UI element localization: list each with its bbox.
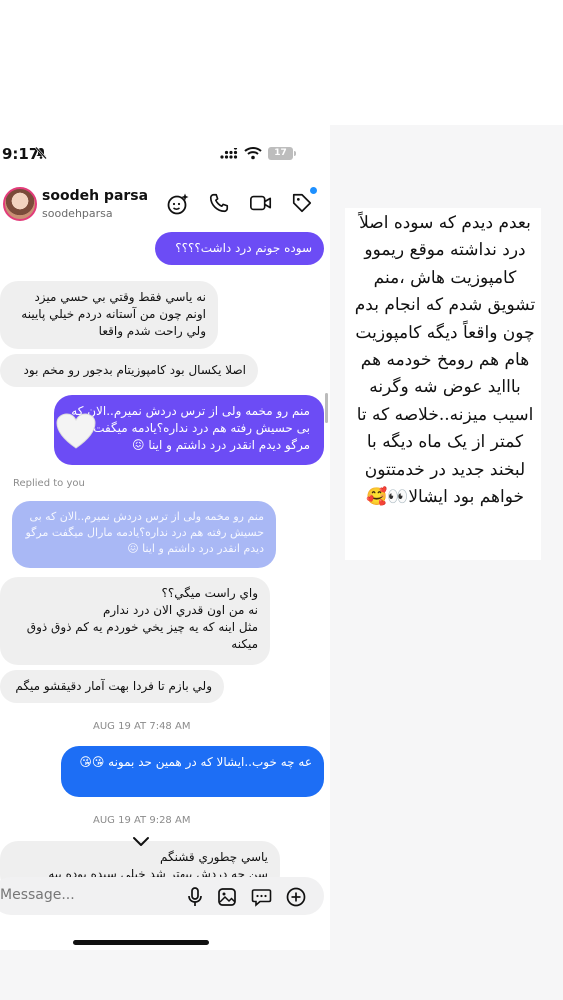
message-incoming[interactable]: نه یاسي فقط وقتي بي حسي ميزد اونم چون من… <box>0 281 218 349</box>
scrollbar[interactable] <box>325 393 328 423</box>
tag-icon[interactable] <box>291 192 313 214</box>
video-icon[interactable] <box>249 192 273 214</box>
notification-dot <box>310 187 317 194</box>
home-indicator <box>73 940 209 945</box>
timestamp: AUG 19 AT 7:48 AM <box>93 721 191 732</box>
story-text: بعدم دیدم که سوده اصلاً درد نداشته موقع … <box>354 213 536 508</box>
mute-icon <box>35 146 47 160</box>
bottom-blank-area <box>0 950 563 1000</box>
contact-handle[interactable]: soodehparsa <box>42 207 113 220</box>
message-incoming[interactable]: واي راست ميگي؟؟ نه من اون قدري الان درد … <box>0 577 270 665</box>
heart-reaction-icon[interactable] <box>55 412 97 450</box>
message-line: نه من اون قدري الان درد ندارم <box>102 603 258 617</box>
message-outgoing[interactable]: سوده جونم درد داشت؟؟؟؟ <box>155 232 324 265</box>
replied-label: Replied to you <box>13 478 85 489</box>
message-line: واي راست ميگي؟؟ <box>161 586 258 600</box>
chevron-down-icon[interactable] <box>131 835 151 849</box>
ai-sticker-icon[interactable] <box>166 192 190 216</box>
message-input[interactable]: Message... <box>0 887 75 903</box>
microphone-icon[interactable] <box>186 887 204 907</box>
message-line: ياسي چطوري قشنگم <box>159 850 268 864</box>
message-incoming[interactable]: اصلا يكسال بود كامپوزيتام بدجور رو مخم ب… <box>0 354 258 387</box>
reply-preview[interactable]: منم رو مخمه ولی از ترس دردش نمیرم..الان … <box>12 501 276 568</box>
phone-icon[interactable] <box>208 192 230 214</box>
signal-icon <box>220 148 238 159</box>
sticker-icon[interactable] <box>251 887 272 907</box>
battery-nub <box>294 151 296 156</box>
contact-name[interactable]: soodeh parsa <box>42 188 148 204</box>
wifi-icon <box>244 147 262 160</box>
plus-icon[interactable] <box>286 887 306 907</box>
message-incoming[interactable]: ولي بازم تا فردا بهت آمار دقيقشو ميگم <box>0 670 224 703</box>
message-outgoing[interactable]: عه چه خوب..ایشالا که در همین حد بمونه 😘😘 <box>61 746 324 797</box>
battery-indicator: 17 <box>268 147 293 160</box>
top-blank-area <box>0 0 563 125</box>
avatar[interactable] <box>3 187 37 221</box>
gallery-icon[interactable] <box>217 887 237 907</box>
message-line: مثل اينه كه يه چيز يخي خوردم يه كم ذوق ذ… <box>26 620 258 651</box>
timestamp: AUG 19 AT 9:28 AM <box>93 815 191 826</box>
chat-screen: 9:17 17 soodeh parsa soodehparsa سوده جو… <box>0 125 330 950</box>
